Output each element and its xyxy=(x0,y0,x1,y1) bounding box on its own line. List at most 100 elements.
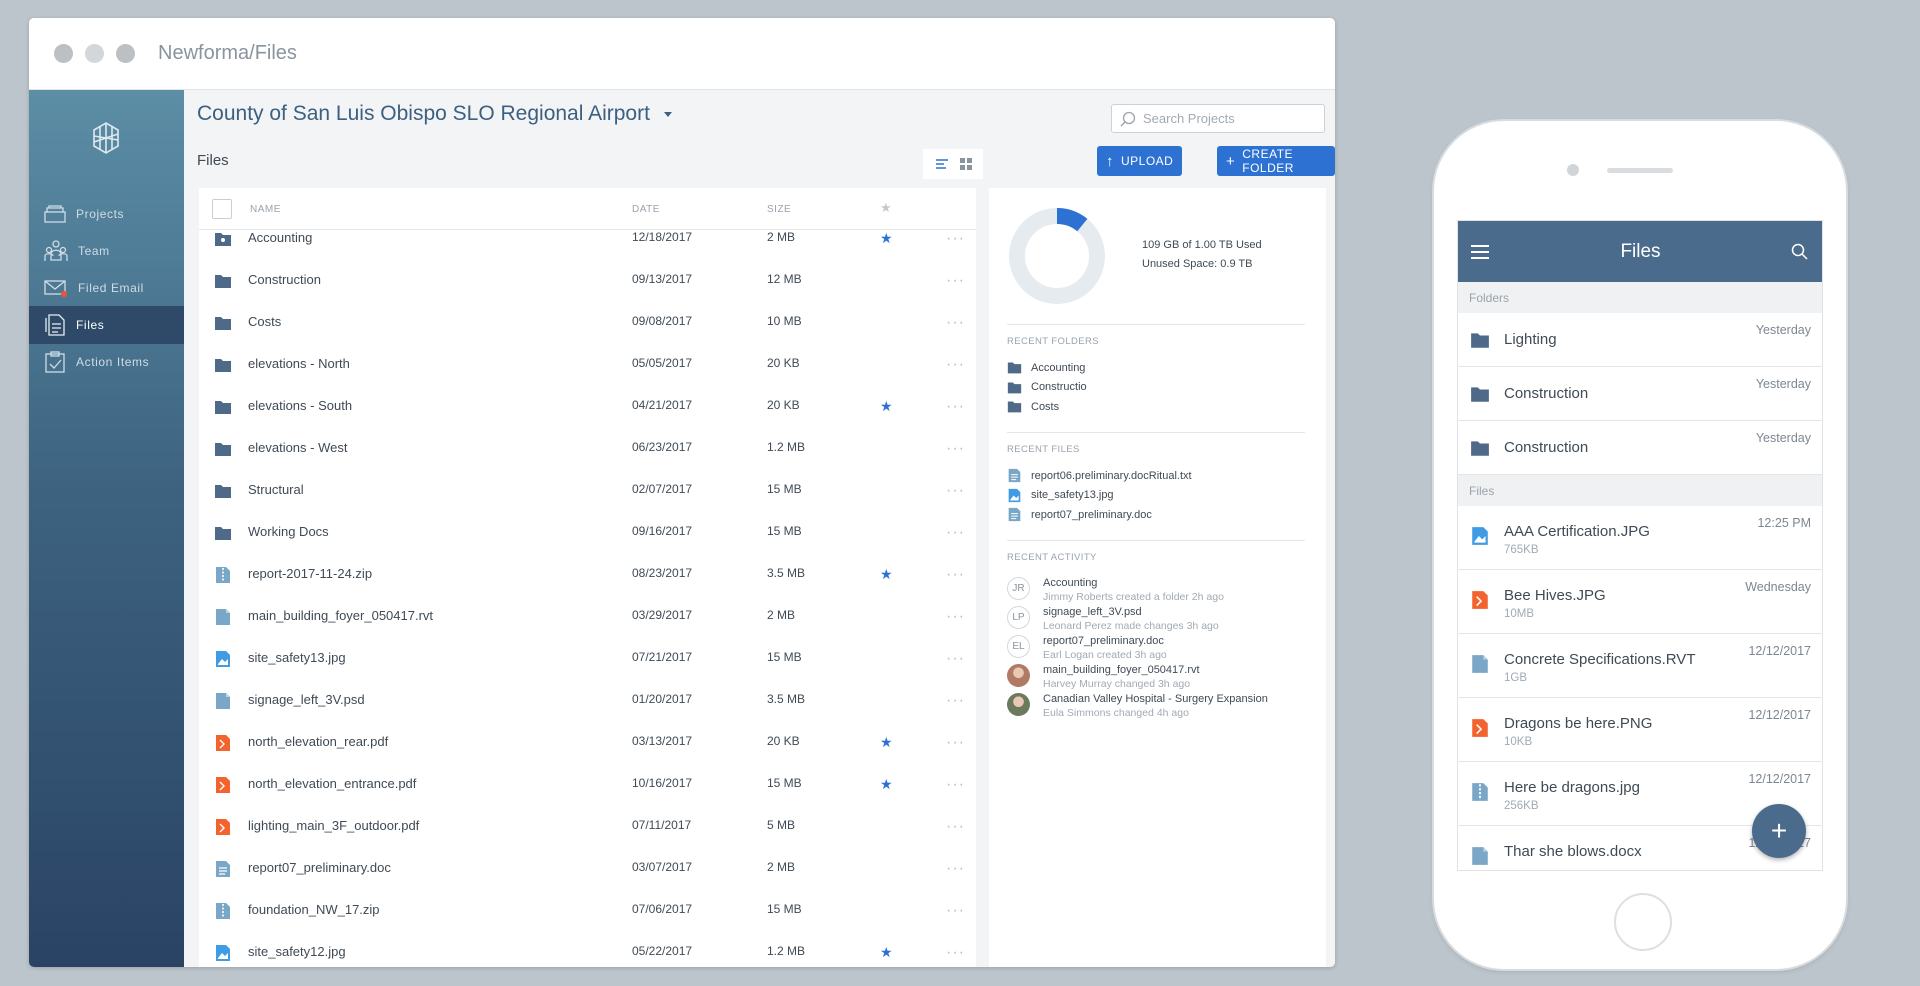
recent-file-item[interactable]: report07_preliminary.doc xyxy=(1007,507,1152,522)
file-name[interactable]: Costs xyxy=(248,314,281,329)
table-row[interactable]: Working Docs 09/16/2017 15 MB ··· xyxy=(199,524,976,566)
sidebar-item-filed-email[interactable]: Filed Email xyxy=(29,269,184,307)
table-row[interactable]: elevations - South 04/21/2017 20 KB ★ ··· xyxy=(199,398,976,440)
column-star-icon[interactable]: ★ xyxy=(880,200,892,216)
more-options-icon[interactable]: ··· xyxy=(946,230,965,248)
sidebar-item-projects[interactable]: Projects xyxy=(29,195,184,233)
column-size[interactable]: SIZE xyxy=(767,204,791,215)
table-row[interactable]: lighting_main_3F_outdoor.pdf 07/11/2017 5 … xyxy=(199,818,976,860)
more-options-icon[interactable]: ··· xyxy=(946,692,965,710)
more-options-icon[interactable]: ··· xyxy=(946,482,965,500)
file-name[interactable]: Working Docs xyxy=(248,524,329,539)
mobile-file-row[interactable]: Concrete Specifications.RVT 1GB 12/12/2017 xyxy=(1458,634,1822,698)
mobile-file-row[interactable]: Dragons be here.PNG 10KB 12/12/2017 xyxy=(1458,698,1822,762)
star-icon[interactable]: ★ xyxy=(880,230,893,247)
create-folder-button[interactable]: + CREATE FOLDER xyxy=(1217,146,1335,176)
recent-folder-item[interactable]: Accounting xyxy=(1007,360,1085,375)
recent-file-item[interactable]: site_safety13.jpg xyxy=(1007,488,1114,503)
file-name[interactable]: report07_preliminary.doc xyxy=(248,860,391,875)
file-name[interactable]: main_building_foyer_050417.rvt xyxy=(248,608,433,623)
activity-item[interactable]: EL report07_preliminary.doc Earl Logan cre… xyxy=(1007,634,1167,662)
table-row[interactable]: site_safety13.jpg 07/21/2017 15 MB ··· xyxy=(199,650,976,692)
mobile-folder-row[interactable]: Construction Yesterday xyxy=(1458,421,1822,475)
table-row[interactable]: main_building_foyer_050417.rvt 03/29/2017… xyxy=(199,608,976,650)
grid-view-icon[interactable] xyxy=(959,158,972,170)
star-icon[interactable]: ★ xyxy=(880,734,893,751)
project-selector[interactable]: County of San Luis Obispo SLO Regional A… xyxy=(197,102,672,126)
maximize-dot[interactable] xyxy=(116,44,135,63)
mobile-file-row[interactable]: Bee Hives.JPG 10MB Wednesday xyxy=(1458,570,1822,634)
phone-home-button[interactable] xyxy=(1614,893,1672,951)
table-row[interactable]: north_elevation_entrance.pdf 10/16/2017 15… xyxy=(199,776,976,818)
star-icon[interactable]: ★ xyxy=(880,944,893,961)
star-icon[interactable]: ★ xyxy=(880,776,893,793)
mobile-folder-row[interactable]: Lighting Yesterday xyxy=(1458,313,1822,367)
star-icon[interactable]: ★ xyxy=(880,566,893,583)
more-options-icon[interactable]: ··· xyxy=(946,902,965,920)
more-options-icon[interactable]: ··· xyxy=(946,734,965,752)
table-row[interactable]: north_elevation_rear.pdf 03/13/2017 20 KB ★… xyxy=(199,734,976,776)
sidebar-item-files[interactable]: Files xyxy=(29,306,184,344)
table-row[interactable]: site_safety12.jpg 05/22/2017 1.2 MB ★ ··· xyxy=(199,944,976,967)
file-name[interactable]: north_elevation_rear.pdf xyxy=(248,734,388,749)
table-row[interactable]: Construction 09/13/2017 12 MB ··· xyxy=(199,272,976,314)
table-row[interactable]: Structural 02/07/2017 15 MB ··· xyxy=(199,482,976,524)
file-name[interactable]: Structural xyxy=(248,482,304,497)
recent-folder-item[interactable]: Constructio xyxy=(1007,380,1087,395)
table-row[interactable]: elevations - West 06/23/2017 1.2 MB ··· xyxy=(199,440,976,482)
more-options-icon[interactable]: ··· xyxy=(946,818,965,836)
table-row[interactable]: report-2017-11-24.zip 08/23/2017 3.5 MB ★ ··… xyxy=(199,566,976,608)
column-name[interactable]: NAME xyxy=(250,204,281,215)
recent-folder-item[interactable]: Costs xyxy=(1007,399,1059,414)
file-name[interactable]: elevations - South xyxy=(248,398,352,413)
minimize-dot[interactable] xyxy=(85,44,104,63)
file-name[interactable]: Construction xyxy=(248,272,321,287)
table-row[interactable]: elevations - North 05/05/2017 20 KB ··· xyxy=(199,356,976,398)
more-options-icon[interactable]: ··· xyxy=(946,860,965,878)
file-name[interactable]: lighting_main_3F_outdoor.pdf xyxy=(248,818,419,833)
more-options-icon[interactable]: ··· xyxy=(946,356,965,374)
more-options-icon[interactable]: ··· xyxy=(946,398,965,416)
upload-button[interactable]: ↑ UPLOAD xyxy=(1097,146,1183,176)
more-options-icon[interactable]: ··· xyxy=(946,608,965,626)
column-date[interactable]: DATE xyxy=(632,204,660,215)
search-input[interactable]: Search Projects xyxy=(1111,104,1325,133)
hamburger-menu-icon[interactable] xyxy=(1470,244,1490,260)
file-name[interactable]: elevations - West xyxy=(248,440,347,455)
more-options-icon[interactable]: ··· xyxy=(946,776,965,794)
table-row[interactable]: Costs 09/08/2017 10 MB ··· xyxy=(199,314,976,356)
activity-item[interactable]: LP signage_left_3V.psd Leonard Perez made … xyxy=(1007,605,1219,633)
activity-item[interactable]: Canadian Valley Hospital - Surgery Expan… xyxy=(1007,692,1268,720)
table-row[interactable]: foundation_NW_17.zip 07/06/2017 15 MB ··· xyxy=(199,902,976,944)
chevron-down-icon[interactable] xyxy=(663,111,672,117)
activity-item[interactable]: JR Accounting Jimmy Roberts created a fold… xyxy=(1007,576,1224,604)
table-row[interactable]: Accounting 12/18/2017 2 MB ★ ··· xyxy=(199,230,976,272)
mobile-folder-row[interactable]: Construction Yesterday xyxy=(1458,367,1822,421)
file-name[interactable]: foundation_NW_17.zip xyxy=(248,902,380,917)
search-icon[interactable] xyxy=(1791,243,1808,260)
add-fab-button[interactable]: + xyxy=(1752,804,1806,858)
file-name[interactable]: site_safety13.jpg xyxy=(248,650,346,665)
star-icon[interactable]: ★ xyxy=(880,398,893,415)
file-name[interactable]: site_safety12.jpg xyxy=(248,944,346,959)
file-name[interactable]: signage_left_3V.psd xyxy=(248,692,365,707)
more-options-icon[interactable]: ··· xyxy=(946,440,965,458)
select-all-checkbox[interactable] xyxy=(212,199,232,219)
activity-item[interactable]: main_building_foyer_050417.rvt Harvey Mur… xyxy=(1007,663,1200,691)
more-options-icon[interactable]: ··· xyxy=(946,650,965,668)
close-dot[interactable] xyxy=(54,44,73,63)
table-row[interactable]: signage_left_3V.psd 01/20/2017 3.5 MB ··· xyxy=(199,692,976,734)
file-name[interactable]: Accounting xyxy=(248,230,312,245)
recent-file-item[interactable]: report06.preliminary.docRitual.txt xyxy=(1007,468,1192,483)
sidebar-item-team[interactable]: Team xyxy=(29,232,184,270)
more-options-icon[interactable]: ··· xyxy=(946,314,965,332)
more-options-icon[interactable]: ··· xyxy=(946,566,965,584)
file-name[interactable]: north_elevation_entrance.pdf xyxy=(248,776,416,791)
file-name[interactable]: elevations - North xyxy=(248,356,350,371)
more-options-icon[interactable]: ··· xyxy=(946,944,965,962)
list-view-icon[interactable] xyxy=(935,158,949,170)
more-options-icon[interactable]: ··· xyxy=(946,272,965,290)
newforma-logo-icon[interactable] xyxy=(86,118,126,163)
mobile-file-row[interactable]: AAA Certification.JPG 765KB 12:25 PM xyxy=(1458,506,1822,570)
table-row[interactable]: report07_preliminary.doc 03/07/2017 2 MB ··… xyxy=(199,860,976,902)
